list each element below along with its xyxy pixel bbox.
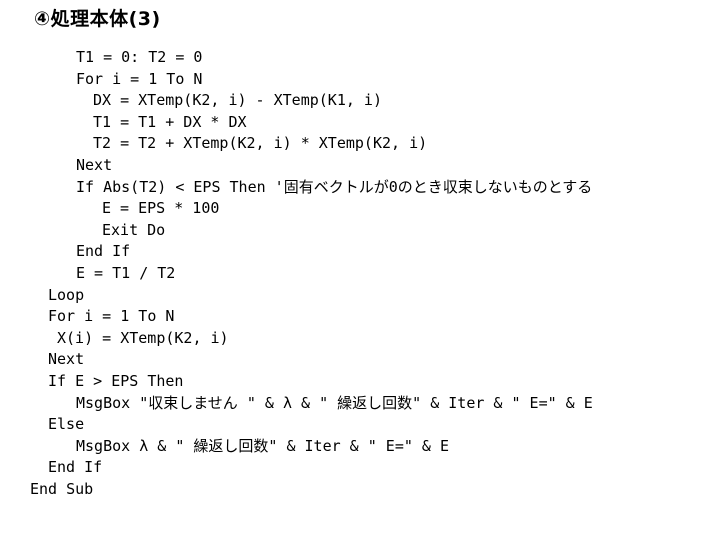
code-text: E = T1 / T2 [76,263,176,282]
code-text: MsgBox λ & " 繰返し回数" & Iter & " E=" & E [76,436,450,455]
code-text: MsgBox "収束しません " & λ & " 繰返し回数" & Iter &… [76,393,593,412]
code-line: Next [0,155,593,177]
code-text: Loop [48,285,85,304]
code-text: End If [76,242,131,261]
code-text: Exit Do [102,220,166,239]
code-text: For i = 1 To N [76,69,203,88]
slide-title: ④処理本体(3) [34,8,161,30]
code-text: DX = XTemp(K2, i) - XTemp(K1, i) [93,91,382,110]
code-line: Next [0,349,593,371]
code-line: For i = 1 To N [0,69,593,91]
code-line: Else [0,414,593,436]
code-line: DX = XTemp(K2, i) - XTemp(K1, i) [0,90,593,112]
code-line: T1 = 0: T2 = 0 [0,47,593,69]
code-line: MsgBox "収束しません " & λ & " 繰返し回数" & Iter &… [0,393,593,415]
code-line: E = T1 / T2 [0,263,593,285]
code-text: End If [48,458,103,477]
code-line: T2 = T2 + XTemp(K2, i) * XTemp(K2, i) [0,133,593,155]
code-text: Else [48,415,85,434]
code-text: T1 = 0: T2 = 0 [76,48,203,66]
code-line: Exit Do [0,220,593,242]
code-line: For i = 1 To N [0,306,593,328]
code-text: Next [76,155,113,174]
code-text: E = EPS * 100 [102,199,220,218]
code-line: End If [0,241,593,263]
code-text: If E > EPS Then [48,371,184,390]
code-text: T1 = T1 + DX * DX [93,112,247,131]
code-text: For i = 1 To N [48,307,175,326]
code-line: End If [0,457,593,479]
code-text: T2 = T2 + XTemp(K2, i) * XTemp(K2, i) [93,134,428,153]
code-text: X(i) = XTemp(K2, i) [57,328,229,347]
code-line: If Abs(T2) < EPS Then '固有ベクトルが0のとき収束しないも… [0,177,593,199]
code-line: X(i) = XTemp(K2, i) [0,328,593,350]
code-line: E = EPS * 100 [0,198,593,220]
code-line: T1 = T1 + DX * DX [0,112,593,134]
code-text: If Abs(T2) < EPS Then '固有ベクトルが0のとき収束しないも… [76,177,593,196]
code-line: MsgBox λ & " 繰返し回数" & Iter & " E=" & E [0,436,593,458]
code-block: T1 = 0: T2 = 0 For i = 1 To N DX = XTemp… [0,47,593,500]
code-line: If E > EPS Then [0,371,593,393]
code-text: Next [48,350,85,369]
code-line: Loop [0,285,593,307]
code-text: End Sub [30,479,94,498]
code-line: End Sub [0,479,593,501]
